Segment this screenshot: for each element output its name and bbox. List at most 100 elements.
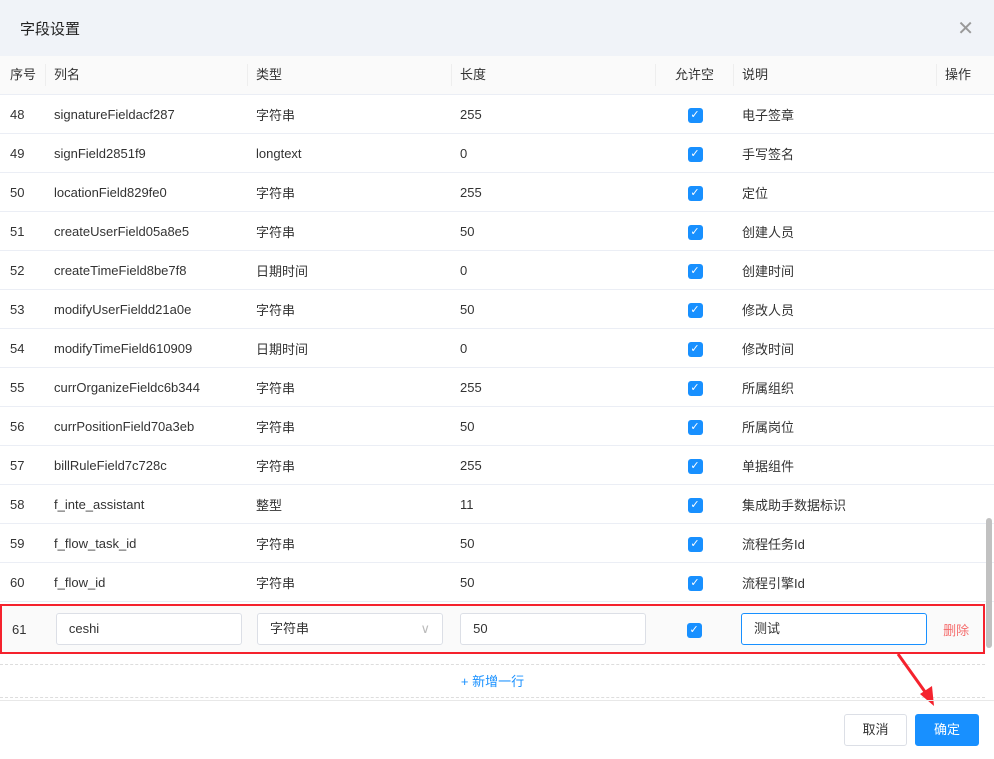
col-seq: 序号: [0, 64, 46, 86]
row-seq: 51: [10, 223, 25, 239]
row-seq: 48: [10, 106, 25, 122]
desc-value: 测试: [754, 621, 781, 636]
nullable-checkbox[interactable]: ✓: [687, 263, 703, 279]
row-length: 50: [460, 418, 475, 434]
table-header: 序号 列名 类型 长度 允许空 说明 操作: [0, 56, 994, 95]
table-row: 57 billRuleField7c728c 字符串 255 ✓ 单据组件: [0, 446, 994, 485]
type-value: 字符串: [270, 621, 310, 636]
row-name: f_inte_assistant: [54, 496, 145, 512]
row-desc: 单据组件: [742, 458, 795, 474]
row-name: createTimeField8be7f8: [54, 262, 187, 278]
nullable-checkbox[interactable]: ✓: [687, 302, 703, 318]
scrollbar[interactable]: [986, 518, 992, 648]
row-desc: 手写签名: [742, 146, 795, 162]
row-type: 日期时间: [256, 341, 309, 357]
table-row: 60 f_flow_id 字符串 50 ✓ 流程引擎Id: [0, 563, 994, 602]
nullable-checkbox[interactable]: ✓: [687, 458, 703, 474]
row-seq: 55: [10, 379, 25, 395]
row-length: 255: [460, 106, 482, 122]
nullable-checkbox[interactable]: ✓: [687, 185, 703, 201]
col-length: 长度: [452, 64, 656, 86]
row-type: longtext: [256, 145, 302, 161]
nullable-checkbox[interactable]: ✓: [687, 536, 703, 552]
nullable-checkbox[interactable]: ✓: [687, 380, 703, 396]
row-length: 0: [460, 262, 468, 278]
row-name: f_flow_id: [54, 574, 106, 590]
row-length: 0: [460, 145, 468, 161]
dialog-title: 字段设置: [20, 20, 81, 38]
delete-button[interactable]: 删除: [943, 623, 969, 638]
row-seq: 52: [10, 262, 25, 278]
table-row: 55 currOrganizeFieldc6b344 字符串 255 ✓ 所属组…: [0, 368, 994, 407]
name-input[interactable]: ceshi: [55, 613, 242, 645]
dialog-header: 字段设置 ✕: [0, 0, 994, 56]
row-length: 50: [460, 301, 475, 317]
nullable-checkbox[interactable]: ✓: [687, 419, 703, 435]
table-row: 50 locationField829fe0 字符串 255 ✓ 定位: [0, 173, 994, 212]
nullable-checkbox[interactable]: ✓: [687, 341, 703, 357]
row-name: modifyUserFieldd21a0e: [54, 301, 192, 317]
row-name: signField2851f9: [54, 145, 146, 161]
row-desc: 修改时间: [742, 341, 795, 357]
row-type: 整型: [256, 497, 283, 513]
row-type: 字符串: [256, 380, 296, 396]
nullable-checkbox[interactable]: ✓: [687, 224, 703, 240]
row-seq: 56: [10, 418, 25, 434]
row-name: createUserField05a8e5: [54, 223, 190, 239]
edit-seq: 61: [12, 621, 27, 637]
row-length: 255: [460, 379, 482, 395]
row-seq: 58: [10, 496, 25, 512]
length-input[interactable]: 50: [460, 613, 647, 645]
row-seq: 57: [10, 457, 25, 473]
table-row: 48 signatureFieldacf287 字符串 255 ✓ 电子签章: [0, 95, 994, 134]
row-length: 255: [460, 184, 482, 200]
table-row: 54 modifyTimeField610909 日期时间 0 ✓ 修改时间: [0, 329, 994, 368]
dialog-footer: 取消 确定: [0, 700, 994, 759]
row-seq: 53: [10, 301, 25, 317]
row-type: 字符串: [256, 419, 296, 435]
row-seq: 50: [10, 184, 25, 200]
edit-row: 61 ceshi 字符串 ∨ 50 ✓ 测试 删除: [0, 604, 985, 654]
desc-input[interactable]: 测试: [741, 613, 927, 645]
row-desc: 电子签章: [742, 107, 795, 123]
table-row: 49 signField2851f9 longtext 0 ✓ 手写签名: [0, 134, 994, 173]
row-desc: 所属组织: [742, 380, 795, 396]
table-row: 51 createUserField05a8e5 字符串 50 ✓ 创建人员: [0, 212, 994, 251]
row-name: currOrganizeFieldc6b344: [54, 379, 200, 395]
row-type: 字符串: [256, 536, 296, 552]
chevron-down-icon: ∨: [420, 621, 431, 636]
row-name: modifyTimeField610909: [54, 340, 193, 356]
nullable-checkbox[interactable]: ✓: [687, 575, 703, 591]
add-row-button[interactable]: + 新增一行: [0, 664, 985, 698]
nullable-checkbox[interactable]: ✓: [687, 107, 703, 123]
row-type: 字符串: [256, 302, 296, 318]
nullable-checkbox[interactable]: ✓: [686, 622, 702, 638]
row-desc: 定位: [742, 185, 769, 201]
row-desc: 流程引擎Id: [742, 575, 805, 591]
row-length: 50: [460, 223, 475, 239]
row-seq: 54: [10, 340, 25, 356]
row-desc: 创建人员: [742, 224, 795, 240]
col-nullable: 允许空: [656, 64, 734, 86]
row-seq: 60: [10, 574, 25, 590]
confirm-button[interactable]: 确定: [915, 714, 979, 746]
row-type: 字符串: [256, 224, 296, 240]
row-length: 255: [460, 457, 482, 473]
row-seq: 49: [10, 145, 25, 161]
cancel-button[interactable]: 取消: [844, 714, 907, 746]
type-select[interactable]: 字符串 ∨: [257, 613, 444, 645]
nullable-checkbox[interactable]: ✓: [687, 146, 703, 162]
row-name: currPositionField70a3eb: [54, 418, 195, 434]
row-length: 50: [460, 535, 475, 551]
close-icon[interactable]: ✕: [957, 16, 974, 41]
row-length: 11: [460, 496, 474, 512]
table-row: 52 createTimeField8be7f8 日期时间 0 ✓ 创建时间: [0, 251, 994, 290]
row-name: f_flow_task_id: [54, 535, 137, 551]
row-name: locationField829fe0: [54, 184, 167, 200]
nullable-checkbox[interactable]: ✓: [687, 497, 703, 513]
row-type: 字符串: [256, 185, 296, 201]
row-desc: 修改人员: [742, 302, 795, 318]
row-seq: 59: [10, 535, 25, 551]
length-value: 50: [473, 621, 488, 636]
col-name: 列名: [46, 64, 248, 86]
